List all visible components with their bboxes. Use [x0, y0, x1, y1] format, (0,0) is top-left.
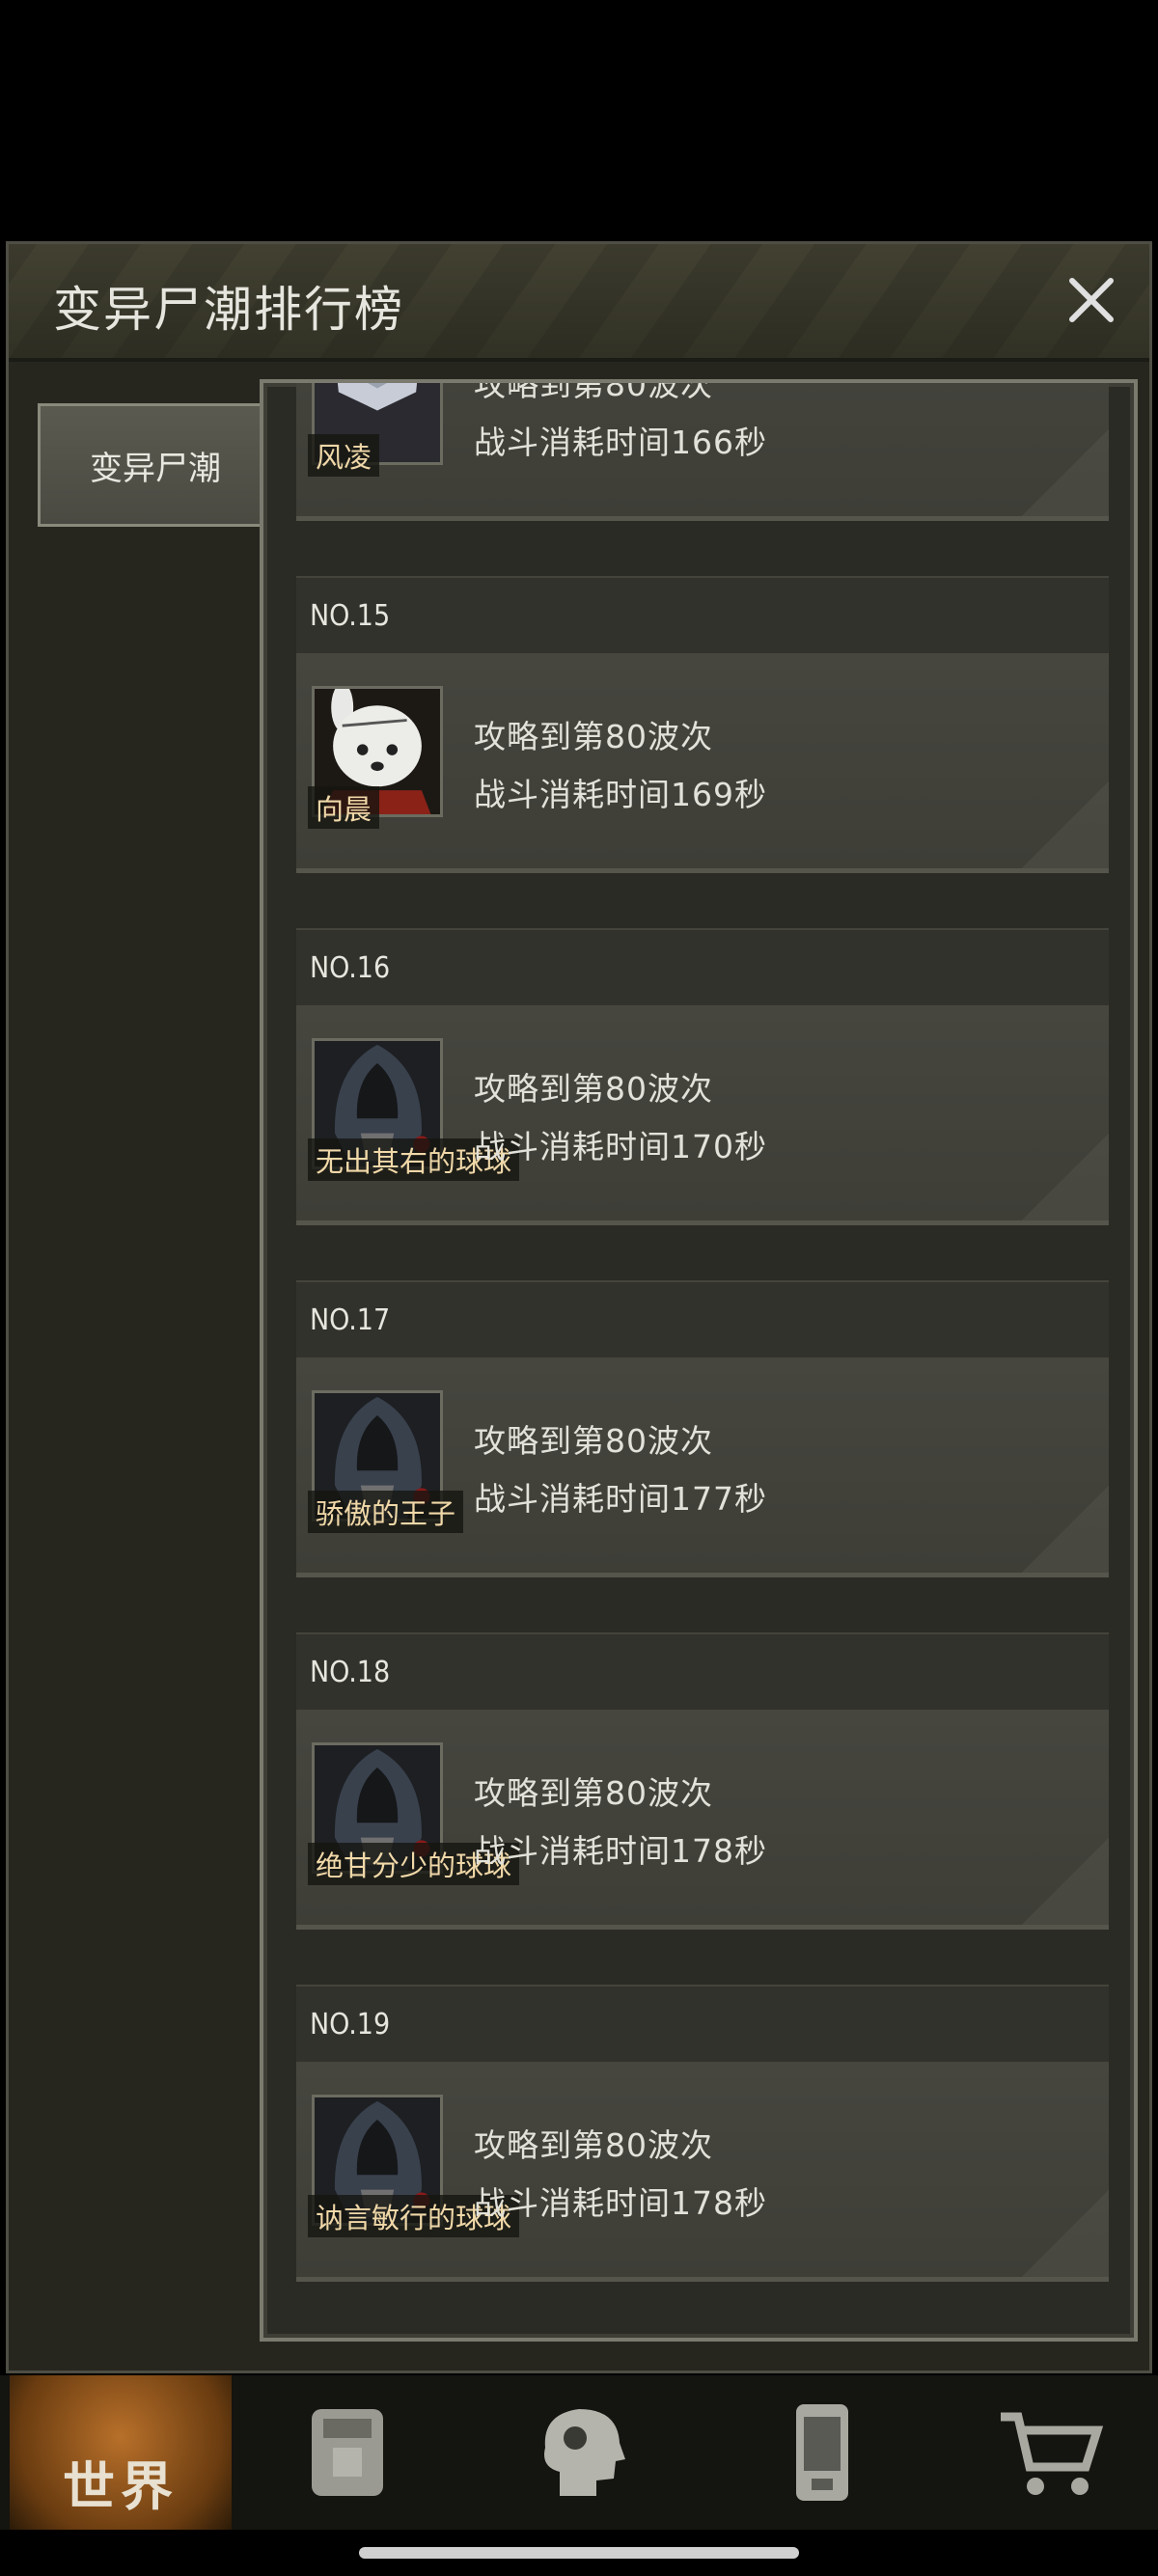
player-name: 向晨	[308, 786, 380, 829]
wave-progress: 攻略到第80波次	[474, 1774, 713, 1812]
rank-header: NO.18	[296, 1632, 1109, 1710]
wave-progress: 攻略到第80波次	[474, 1070, 713, 1108]
battle-time: 战斗消耗时间178秒	[474, 1832, 767, 1870]
home-indicator[interactable]	[359, 2547, 799, 2559]
entry-body: 无出其右的球球 攻略到第80波次 战斗消耗时间170秒	[296, 1005, 1109, 1225]
rank-label: NO.16	[310, 950, 391, 985]
close-button[interactable]	[1057, 265, 1126, 335]
nav-world-label: 世界	[63, 2455, 179, 2517]
page-title: 变异尸潮排行榜	[53, 282, 404, 338]
player-name: 骄傲的王子	[308, 1491, 464, 1533]
rank-label: NO.17	[310, 1302, 391, 1337]
list-item[interactable]: 风凌 攻略到第80波次战斗消耗时间166秒	[296, 379, 1109, 521]
nav-shop[interactable]	[941, 2375, 1158, 2530]
battle-time: 战斗消耗时间177秒	[474, 1480, 767, 1518]
nav-phone[interactable]	[709, 2375, 931, 2530]
rank-label: NO.19	[310, 2007, 391, 2042]
entry-body: 风凌 攻略到第80波次战斗消耗时间166秒	[296, 379, 1109, 521]
battle-time: 战斗消耗时间178秒	[474, 2184, 767, 2222]
bottom-nav: 世界	[0, 2375, 1158, 2530]
wave-progress: 攻略到第80波次	[474, 1422, 713, 1460]
list-item[interactable]: NO.16 无出其右的球球 攻略到第80波次 战斗消耗时间170秒	[296, 928, 1109, 1225]
tab-label: 变异尸潮	[90, 449, 221, 488]
entry-body: 向晨 攻略到第80波次战斗消耗时间169秒	[296, 653, 1109, 873]
rank-header: NO.16	[296, 928, 1109, 1005]
phone-icon	[796, 2404, 848, 2501]
battle-time: 战斗消耗时间169秒	[474, 776, 767, 813]
entry-body: 骄傲的王子 攻略到第80波次战斗消耗时间177秒	[296, 1357, 1109, 1577]
rank-label: NO.18	[310, 1655, 391, 1689]
nav-skills[interactable]	[473, 2375, 695, 2530]
wave-progress: 攻略到第80波次	[474, 2126, 713, 2164]
list-item[interactable]: NO.17 骄傲的王子 攻略到第80波次战斗消耗时间177秒	[296, 1280, 1109, 1577]
entry-body: 绝甘分少的球球 攻略到第80波次 战斗消耗时间178秒	[296, 1710, 1109, 1930]
list-item[interactable]: NO.15 向晨 攻略到第80波次战斗消耗时间169秒	[296, 576, 1109, 873]
battle-time: 战斗消耗时间166秒	[474, 424, 767, 461]
rank-header: NO.17	[296, 1280, 1109, 1357]
list-item[interactable]: NO.19 讷言敏行的球球 攻略到第80波次 战斗消耗时间178秒	[296, 1985, 1109, 2282]
player-name: 风凌	[308, 434, 380, 477]
nav-backpack[interactable]	[236, 2375, 458, 2530]
rank-header: NO.15	[296, 576, 1109, 653]
head-gear-icon	[544, 2409, 625, 2496]
entry-body: 讷言敏行的球球 攻略到第80波次 战斗消耗时间178秒	[296, 2062, 1109, 2282]
ranking-panel: 变异尸潮排行榜 变异尸潮 风凌 攻略到第80波次 战斗消耗时间166秒 NO.15 向晨…	[6, 241, 1152, 2373]
list-item[interactable]: NO.18 绝甘分少的球球 攻略到第80波次 战斗消耗时间178秒	[296, 1632, 1109, 1930]
rank-header: NO.19	[296, 1985, 1109, 2062]
battle-time: 战斗消耗时间170秒	[474, 1128, 767, 1165]
cart-icon	[1001, 2412, 1104, 2495]
title-bar: 变异尸潮排行榜	[9, 244, 1149, 362]
tab-mutant-horde[interactable]: 变异尸潮	[38, 403, 273, 527]
rank-label: NO.15	[310, 598, 391, 633]
close-icon	[1069, 278, 1114, 322]
wave-progress: 攻略到第80波次	[474, 379, 713, 403]
nav-world[interactable]: 世界	[10, 2375, 232, 2530]
backpack-icon	[312, 2409, 383, 2496]
ranking-list[interactable]: 风凌 攻略到第80波次 战斗消耗时间166秒 NO.15 向晨 攻略到第80波次 战斗消耗时…	[260, 379, 1138, 2342]
wave-progress: 攻略到第80波次	[474, 718, 713, 755]
